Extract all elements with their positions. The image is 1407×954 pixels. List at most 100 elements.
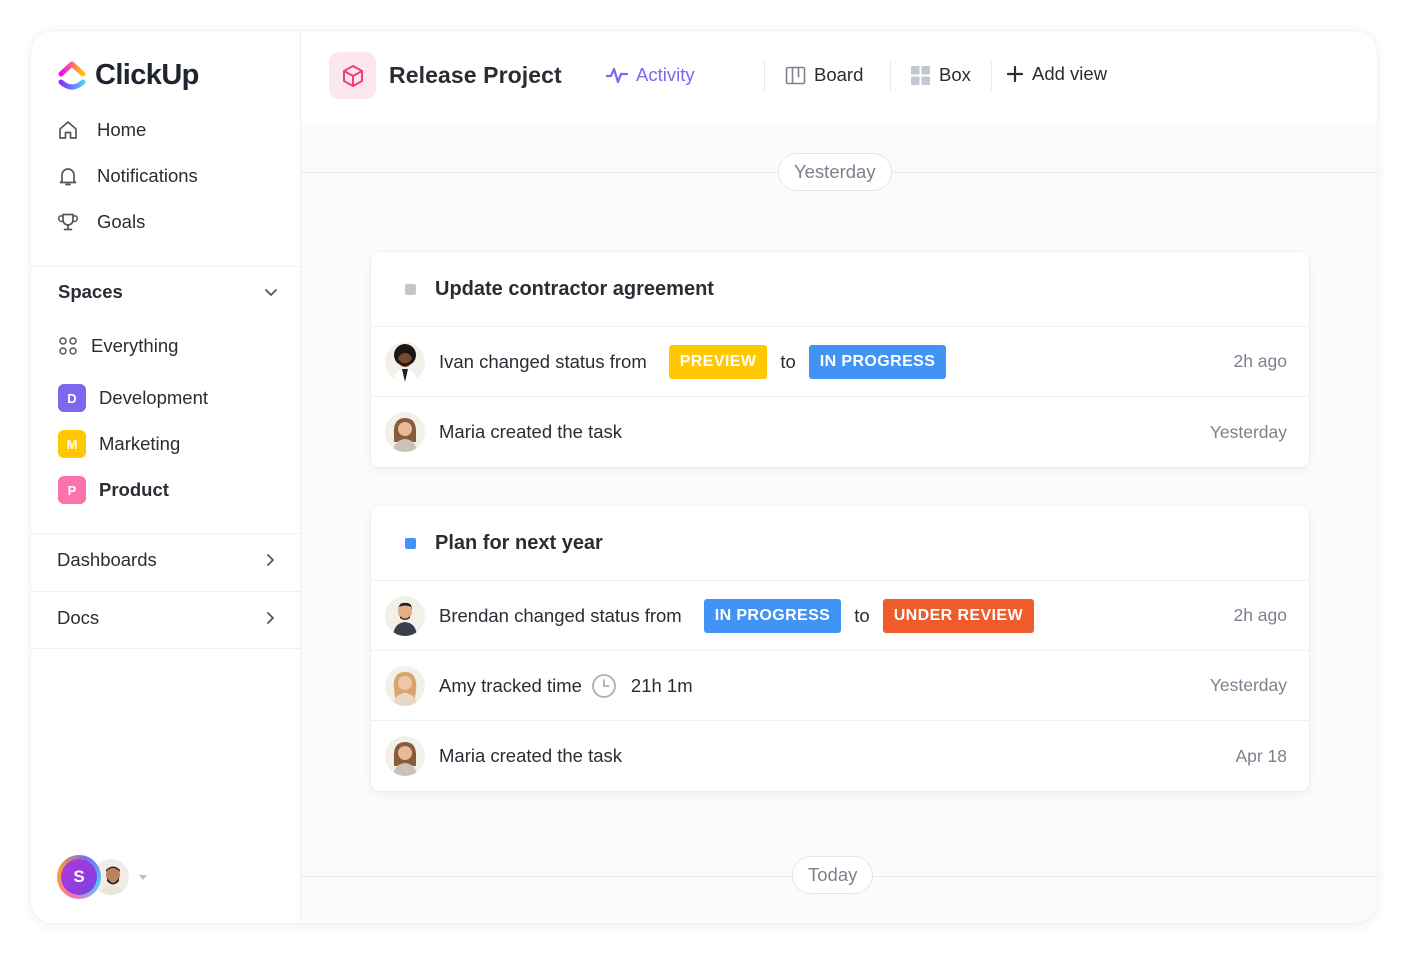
add-view-label: Add view — [1032, 63, 1108, 84]
activity-card-update-contractor[interactable]: Update contractor agreement Ivan changed… — [371, 252, 1309, 467]
status-badge-preview: PREVIEW — [668, 344, 768, 379]
avatar-brendan — [385, 595, 425, 636]
activity-text: Maria created the task — [439, 421, 623, 442]
user-menu[interactable]: S — [57, 855, 147, 899]
sidebar: ClickUp Home Notifications Goals Spaces — [31, 31, 301, 923]
activity-timestamp: Apr 18 — [1235, 745, 1287, 766]
project-cube-icon — [329, 52, 376, 99]
nav-notifications[interactable]: Notifications — [57, 165, 198, 187]
brand-name: ClickUp — [95, 59, 199, 91]
activity-row: Brendan changed status from IN PROGRESS … — [371, 581, 1309, 651]
avatar-initial: S — [73, 867, 85, 886]
status-connector: to — [780, 350, 796, 372]
view-tab-activity-label: Activity — [636, 64, 695, 85]
space-badge-development: D — [58, 384, 86, 412]
trophy-icon — [57, 211, 79, 233]
sidebar-dashboards[interactable]: Dashboards — [57, 549, 279, 571]
task-status-marker — [405, 283, 416, 295]
sidebar-divider — [31, 648, 301, 649]
nav-home[interactable]: Home — [57, 119, 146, 141]
dashboards-label: Dashboards — [57, 549, 157, 570]
everything-icon — [59, 337, 77, 355]
avatar-ivan — [385, 341, 425, 382]
caret-down-icon[interactable] — [139, 874, 147, 880]
avatar-maria — [385, 412, 425, 452]
view-separator — [991, 61, 992, 91]
activity-icon — [606, 67, 628, 84]
avatar-amy — [385, 665, 425, 706]
space-development-label: Development — [99, 387, 209, 408]
status-badge-in-progress: IN PROGRESS — [703, 598, 842, 633]
sidebar-divider — [31, 591, 301, 592]
board-icon — [785, 66, 806, 84]
view-separator — [890, 61, 891, 91]
box-grid-icon — [911, 65, 930, 85]
task-title-row[interactable]: Update contractor agreement — [371, 252, 1309, 327]
space-marketing-label: Marketing — [99, 433, 181, 454]
tracked-duration: 21h 1m — [630, 674, 693, 696]
task-title: Update contractor agreement — [435, 277, 714, 300]
view-tab-box-label: Box — [939, 64, 971, 85]
spaces-title: Spaces — [58, 281, 123, 302]
sidebar-divider — [31, 266, 301, 267]
view-tab-activity[interactable]: Activity — [606, 64, 695, 86]
nav-home-label: Home — [97, 119, 147, 140]
status-badge-in-progress: IN PROGRESS — [808, 344, 947, 379]
activity-text: Maria created the task — [439, 745, 623, 766]
spaces-header[interactable]: Spaces — [58, 281, 280, 303]
day-label-yesterday: Yesterday — [778, 153, 892, 191]
avatar-maria — [385, 736, 425, 776]
task-title-row[interactable]: Plan for next year — [371, 506, 1309, 581]
task-status-marker — [405, 537, 416, 549]
status-connector: to — [854, 604, 870, 626]
activity-text: Ivan changed status from — [439, 350, 647, 372]
clock-icon — [591, 673, 617, 699]
activity-feed: Yesterday Update contractor agreement Iv… — [301, 123, 1377, 923]
nav-goals-label: Goals — [97, 211, 146, 232]
status-badge-under-review: UNDER REVIEW — [882, 598, 1034, 633]
space-badge-product: P — [58, 476, 86, 504]
chevron-down-icon[interactable] — [262, 283, 280, 301]
space-marketing[interactable]: M Marketing — [58, 430, 180, 458]
activity-row: Amy tracked time 21h 1m Yesterday — [371, 651, 1309, 721]
chevron-right-icon — [267, 554, 274, 566]
sidebar-docs[interactable]: Docs — [57, 607, 279, 629]
clickup-logo[interactable]: ClickUp — [57, 59, 199, 92]
space-product[interactable]: P Product — [58, 476, 169, 504]
space-product-label: Product — [99, 479, 169, 500]
space-development[interactable]: D Development — [58, 384, 208, 412]
task-title: Plan for next year — [435, 531, 603, 554]
project-title: Release Project — [389, 62, 562, 88]
space-everything-label: Everything — [91, 335, 179, 356]
activity-text: Brendan changed status from — [439, 604, 682, 626]
docs-label: Docs — [57, 607, 100, 628]
home-icon — [57, 119, 79, 141]
activity-timestamp: 2h ago — [1233, 605, 1287, 625]
day-label-today: Today — [792, 856, 874, 894]
space-everything[interactable]: Everything — [58, 335, 178, 357]
sidebar-divider — [31, 533, 301, 534]
view-tab-board-label: Board — [814, 64, 864, 85]
activity-row: Maria created the task Yesterday — [371, 397, 1309, 467]
clickup-logo-icon — [58, 61, 86, 89]
add-view-button[interactable]: Add view — [1006, 63, 1107, 85]
activity-row: Ivan changed status from PREVIEW to IN P… — [371, 327, 1309, 397]
project-header: Release Project Activity Board Box Add v… — [301, 31, 1377, 123]
activity-timestamp: Yesterday — [1209, 421, 1287, 442]
nav-goals[interactable]: Goals — [57, 211, 145, 233]
activity-text: Amy tracked time — [439, 674, 582, 696]
plus-icon — [1006, 65, 1024, 83]
view-separator — [764, 61, 765, 91]
activity-timestamp: 2h ago — [1233, 351, 1287, 371]
space-badge-marketing: M — [58, 430, 86, 458]
avatar-user-s[interactable]: S — [57, 855, 101, 899]
nav-notifications-label: Notifications — [97, 165, 198, 186]
app-window: ClickUp Home Notifications Goals Spaces — [31, 31, 1377, 923]
activity-card-plan-next-year[interactable]: Plan for next year Brendan changed statu… — [371, 506, 1309, 791]
view-tab-board[interactable]: Board — [785, 64, 863, 86]
bell-icon — [57, 165, 79, 187]
view-tab-box[interactable]: Box — [910, 64, 971, 86]
activity-row: Maria created the task Apr 18 — [371, 721, 1309, 791]
chevron-right-icon — [267, 612, 274, 624]
activity-timestamp: Yesterday — [1209, 675, 1287, 695]
